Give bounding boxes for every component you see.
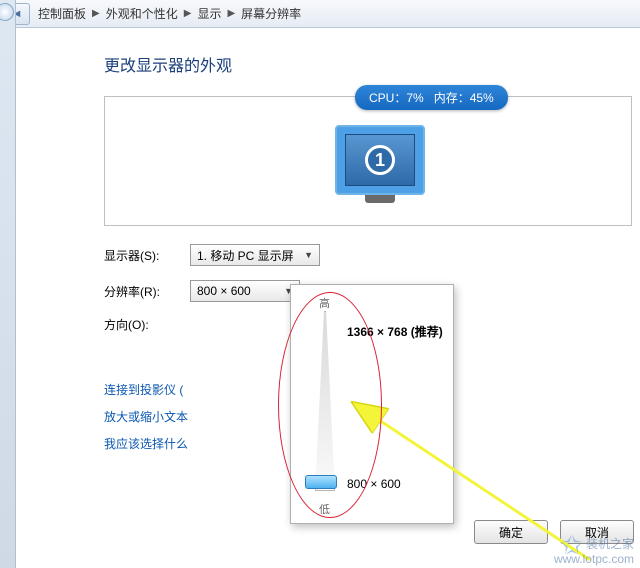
- resolution-slider-popup: 高 1366 × 768 (推荐) 800 × 600 低: [290, 284, 454, 524]
- monitor-stand-icon: [365, 195, 395, 203]
- breadcrumb-item[interactable]: 屏幕分辨率: [237, 5, 305, 22]
- breadcrumb-item[interactable]: 外观和个性化: [102, 5, 182, 22]
- slider-high-label: 高: [319, 295, 330, 311]
- breadcrumb-item[interactable]: 控制面板: [34, 5, 90, 22]
- watermark-url: www.lotpc.com: [554, 552, 634, 566]
- memory-usage: 内存：45%: [434, 91, 494, 105]
- resolution-slider-thumb[interactable]: [305, 475, 337, 489]
- display-dropdown-value: 1. 移动 PC 显示屏: [197, 247, 294, 264]
- breadcrumb: ◄ 控制面板 ▶ 外观和个性化 ▶ 显示 ▶ 屏幕分辨率: [0, 0, 640, 28]
- display-preview-box: CPU：7% 内存：45% 1: [104, 96, 632, 226]
- chevron-down-icon: ▼: [304, 250, 313, 260]
- monitor-icon[interactable]: 1: [335, 125, 425, 195]
- watermark: ✩ 装机之家 www.lotpc.com: [554, 537, 634, 566]
- resolution-dropdown-value: 800 × 600: [197, 284, 251, 298]
- resolution-current[interactable]: 800 × 600: [347, 477, 401, 491]
- chevron-right-icon: ▶: [90, 8, 102, 19]
- watermark-brand: 装机之家: [586, 537, 634, 551]
- ok-button[interactable]: 确定: [474, 520, 548, 544]
- star-icon: ✩: [561, 538, 583, 552]
- orientation-label: 方向(O):: [104, 316, 190, 333]
- page-title: 更改显示器的外观: [104, 52, 640, 76]
- resolution-slider-track[interactable]: [315, 311, 335, 491]
- display-label: 显示器(S):: [104, 247, 190, 264]
- cpu-usage: CPU：7%: [369, 91, 424, 105]
- chevron-right-icon: ▶: [182, 8, 194, 19]
- system-monitor-overlay: CPU：7% 内存：45%: [355, 85, 508, 110]
- slider-low-label: 低: [319, 501, 330, 517]
- resolution-recommended[interactable]: 1366 × 768 (推荐): [347, 323, 443, 340]
- chevron-right-icon: ▶: [225, 8, 237, 19]
- breadcrumb-item[interactable]: 显示: [193, 5, 225, 22]
- display-dropdown[interactable]: 1. 移动 PC 显示屏 ▼: [190, 244, 320, 266]
- resolution-label: 分辨率(R):: [104, 283, 190, 300]
- monitor-number: 1: [365, 145, 395, 175]
- resolution-dropdown[interactable]: 800 × 600 ▼: [190, 280, 300, 302]
